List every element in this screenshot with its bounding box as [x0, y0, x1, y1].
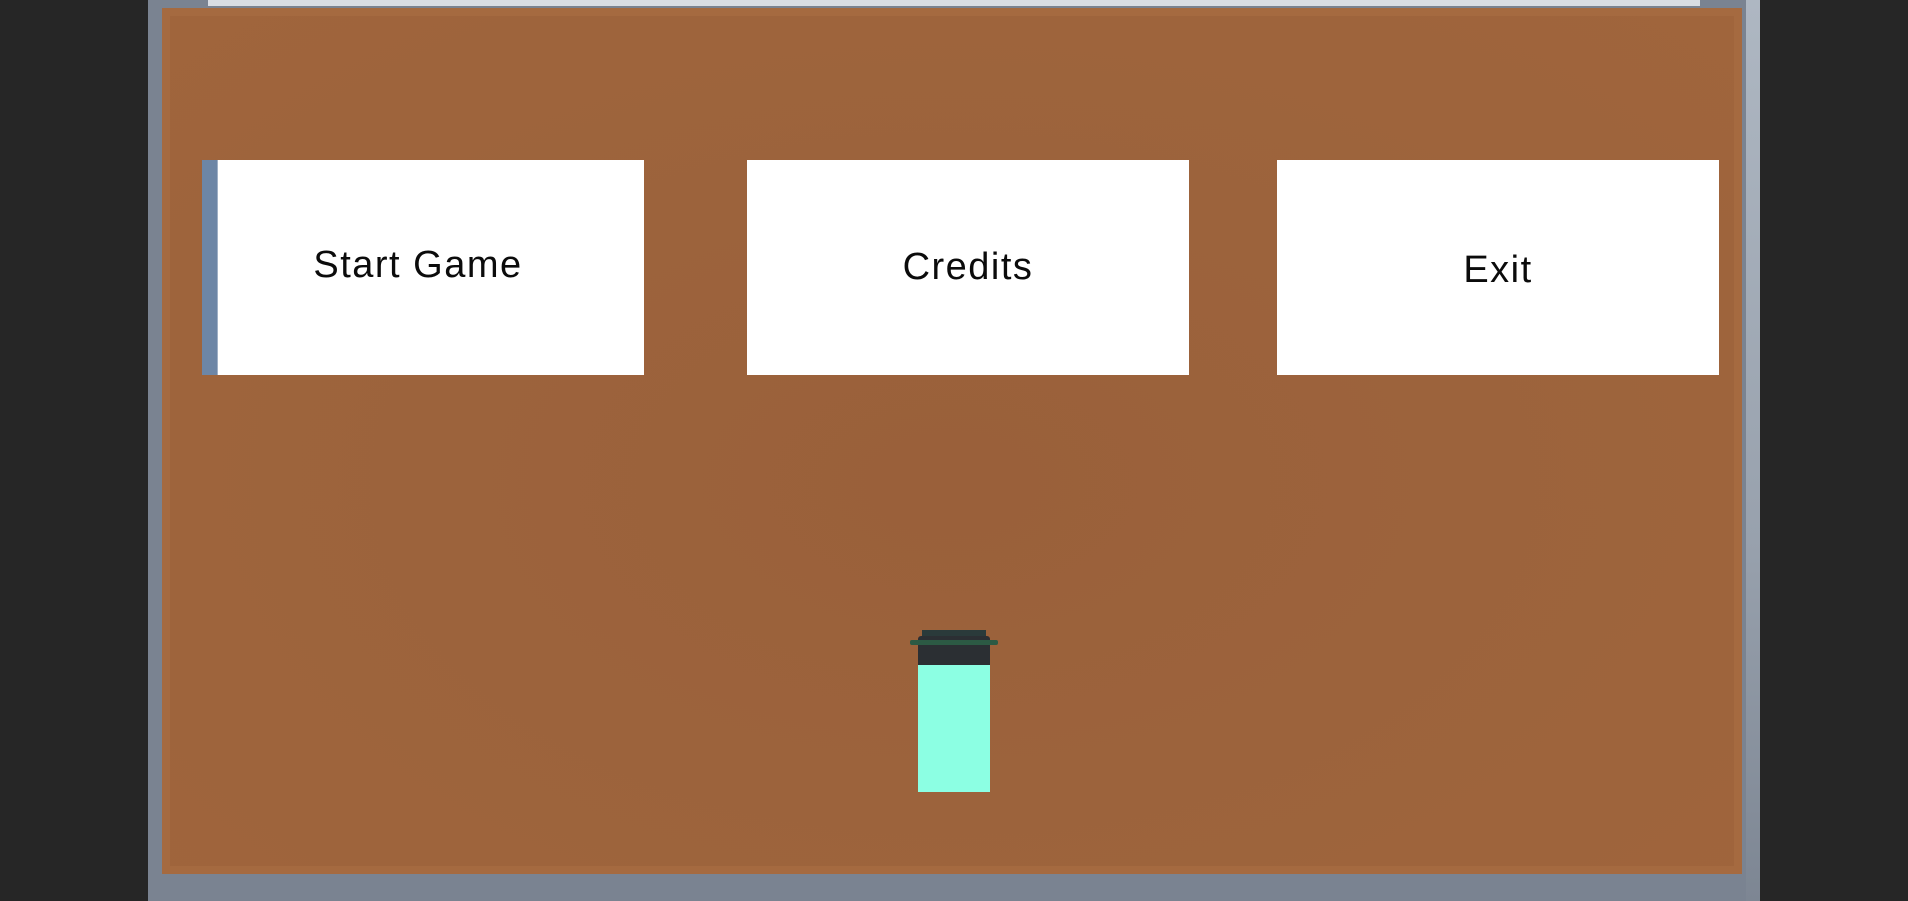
player-character	[910, 630, 998, 794]
scene-right-wall	[1746, 0, 1760, 901]
player-hat-brim	[910, 640, 998, 645]
credits-label: Credits	[902, 246, 1034, 288]
player-body	[918, 665, 990, 792]
exit-button[interactable]: Exit	[1277, 160, 1719, 375]
credits-button[interactable]: Credits	[747, 160, 1189, 375]
exit-label: Exit	[1463, 249, 1533, 291]
button-left-accent	[202, 160, 218, 375]
start-game-button[interactable]: Start Game	[202, 160, 644, 375]
start-game-label: Start Game	[313, 244, 523, 286]
scene-top-edge	[208, 0, 1700, 6]
